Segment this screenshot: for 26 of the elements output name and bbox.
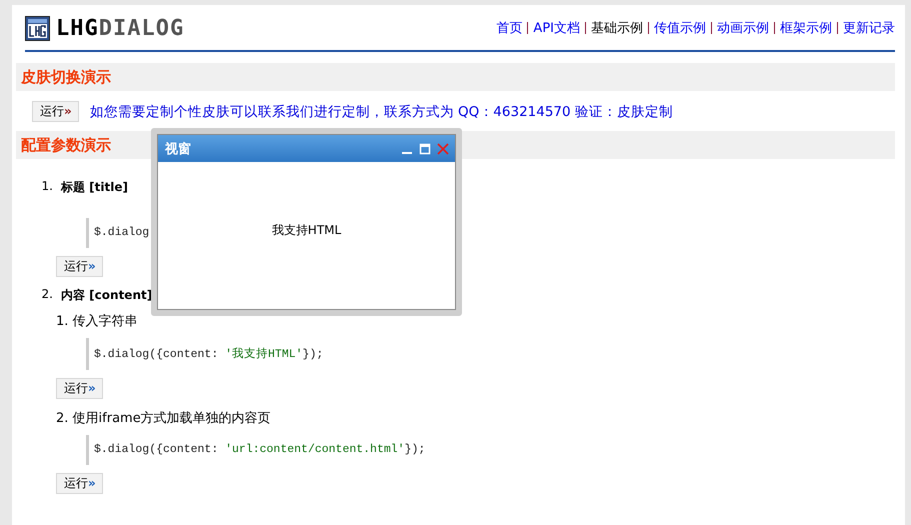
nav-link[interactable]: API文档: [533, 19, 580, 37]
code-line: $.dialog({content: 'url:content/content.html'});: [86, 435, 895, 465]
logo-icon: [25, 16, 50, 40]
run-button[interactable]: 运行»: [56, 256, 103, 277]
nav-link[interactable]: 传值示例: [654, 19, 706, 37]
list-number: 2.: [40, 287, 53, 303]
run-button[interactable]: 运行»: [56, 378, 103, 399]
nav-link[interactable]: 动画示例: [717, 19, 769, 37]
run-button[interactable]: 运行»: [56, 473, 103, 494]
dialog-title: 视窗: [165, 140, 192, 158]
item-title: 标题 [title]: [61, 179, 128, 196]
contact-note: 如您需要定制个性皮肤可以联系我们进行定制，联系方式为 QQ：463214570 验证：皮肤定制: [90, 102, 673, 120]
maximize-icon[interactable]: [419, 142, 431, 154]
logo-text: LHGDIALOG: [56, 16, 184, 40]
list-number: 1.: [40, 179, 53, 195]
item-title: 内容 [content]: [61, 287, 152, 304]
code-line: $.dialog({content: '我支持HTML'});: [86, 338, 895, 370]
dialog-message: 我支持HTML: [272, 222, 342, 239]
run-button[interactable]: 运行»: [32, 101, 79, 122]
example-label: 1. 传入字符串: [56, 313, 139, 330]
section-heading: 皮肤切换演示: [16, 63, 895, 91]
nav-link[interactable]: 更新记录: [843, 19, 895, 37]
nav-link[interactable]: 框架示例: [780, 19, 832, 37]
nav-link[interactable]: 首页: [496, 19, 522, 37]
example-label: 2. 使用iframe方式加载单独的内容页: [56, 410, 272, 427]
nav-link[interactable]: 基础示例: [591, 19, 643, 37]
